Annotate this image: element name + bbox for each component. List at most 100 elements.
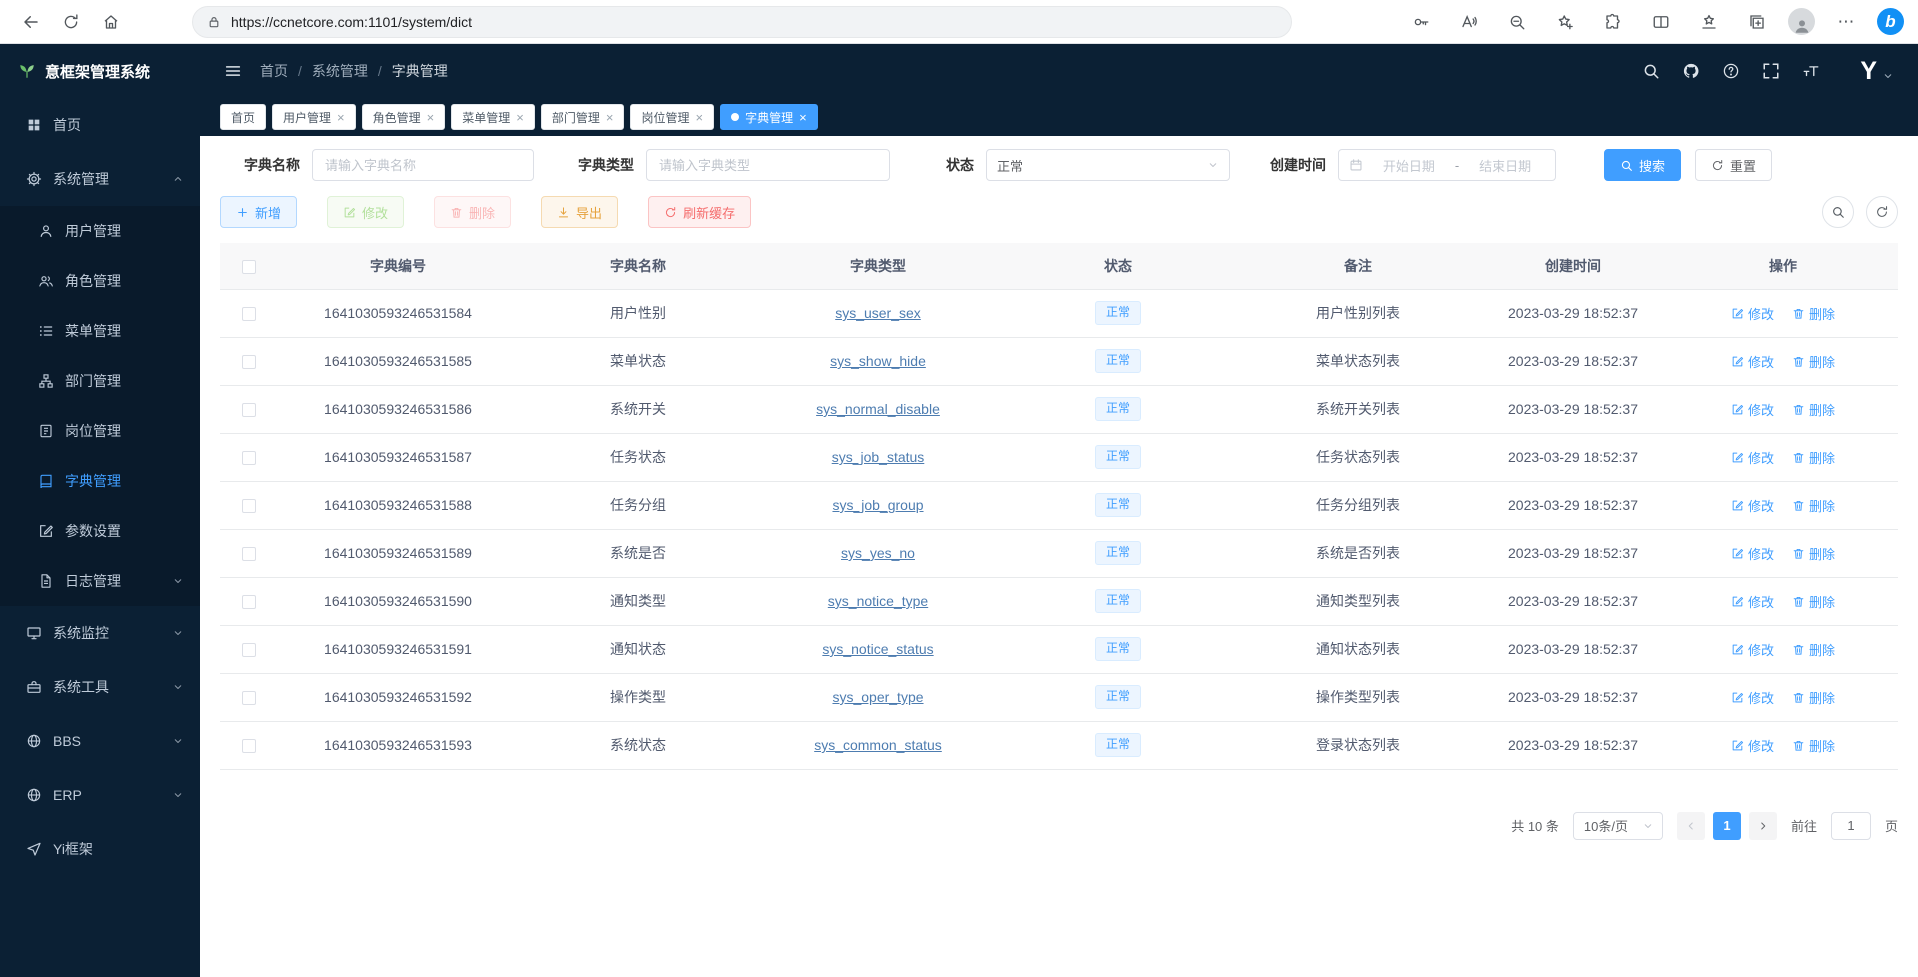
add-favorite-button[interactable] (1548, 5, 1582, 39)
close-icon[interactable]: × (606, 111, 614, 124)
sidebar-toggle-button[interactable] (224, 62, 242, 80)
dict-type-link[interactable]: sys_job_group (832, 497, 923, 513)
dict-type-link[interactable]: sys_oper_type (832, 689, 923, 705)
sidebar-item-dict-mgmt[interactable]: 字典管理 (0, 456, 200, 506)
row-edit-button[interactable]: 修改 (1731, 688, 1774, 707)
row-edit-button[interactable]: 修改 (1731, 448, 1774, 467)
row-delete-button[interactable]: 删除 (1792, 544, 1835, 563)
dict-type-link[interactable]: sys_notice_type (828, 593, 928, 609)
select-all-checkbox[interactable] (242, 260, 256, 274)
tab-user-mgmt[interactable]: 用户管理× (272, 104, 356, 130)
edit-button[interactable]: 修改 (327, 196, 404, 228)
sidebar-item-bbs[interactable]: BBS (0, 714, 200, 768)
dict-type-link[interactable]: sys_job_status (832, 449, 925, 465)
browser-refresh-button[interactable] (54, 5, 88, 39)
row-edit-button[interactable]: 修改 (1731, 640, 1774, 659)
password-button[interactable] (1404, 5, 1438, 39)
fullscreen-button[interactable] (1762, 62, 1780, 80)
add-button[interactable]: 新增 (220, 196, 297, 228)
tab-post-mgmt[interactable]: 岗位管理× (630, 104, 714, 130)
row-delete-button[interactable]: 删除 (1792, 688, 1835, 707)
sidebar-item-yi-framework[interactable]: Yi框架 (0, 822, 200, 876)
row-delete-button[interactable]: 删除 (1792, 640, 1835, 659)
close-icon[interactable]: × (516, 111, 524, 124)
refresh-cache-button[interactable]: 刷新缓存 (648, 196, 751, 228)
reset-button[interactable]: 重置 (1695, 149, 1772, 181)
row-edit-button[interactable]: 修改 (1731, 400, 1774, 419)
split-screen-button[interactable] (1644, 5, 1678, 39)
row-edit-button[interactable]: 修改 (1731, 736, 1774, 755)
status-select[interactable]: 正常 (986, 149, 1230, 181)
breadcrumb-item-system[interactable]: 系统管理 (312, 61, 368, 81)
tab-role-mgmt[interactable]: 角色管理× (362, 104, 446, 130)
font-size-button[interactable] (1802, 62, 1820, 80)
row-edit-button[interactable]: 修改 (1731, 592, 1774, 611)
favorites-bar-button[interactable] (1692, 5, 1726, 39)
row-edit-button[interactable]: 修改 (1731, 544, 1774, 563)
search-button[interactable] (1642, 62, 1660, 80)
dict-type-input[interactable] (646, 149, 890, 181)
row-edit-button[interactable]: 修改 (1731, 496, 1774, 515)
row-delete-button[interactable]: 删除 (1792, 352, 1835, 371)
read-aloud-button[interactable] (1452, 5, 1486, 39)
question-button[interactable] (1722, 62, 1740, 80)
sidebar-item-menu-mgmt[interactable]: 菜单管理 (0, 306, 200, 356)
row-checkbox[interactable] (242, 595, 256, 609)
export-button[interactable]: 导出 (541, 196, 618, 228)
dict-type-link[interactable]: sys_common_status (814, 737, 942, 753)
table-refresh-button[interactable] (1866, 196, 1898, 228)
page-number-button[interactable]: 1 (1713, 812, 1741, 840)
tab-home[interactable]: 首页 (220, 104, 266, 130)
row-delete-button[interactable]: 删除 (1792, 400, 1835, 419)
browser-back-button[interactable] (14, 5, 48, 39)
row-delete-button[interactable]: 删除 (1792, 304, 1835, 323)
user-menu[interactable]: Y (1860, 57, 1894, 86)
row-checkbox[interactable] (242, 739, 256, 753)
sidebar-item-home[interactable]: 首页 (0, 98, 200, 152)
tab-dict-mgmt[interactable]: 字典管理× (720, 104, 818, 130)
row-delete-button[interactable]: 删除 (1792, 448, 1835, 467)
sidebar-item-log-mgmt[interactable]: 日志管理 (0, 556, 200, 606)
dict-type-link[interactable]: sys_yes_no (841, 545, 915, 561)
sidebar-item-monitor[interactable]: 系统监控 (0, 606, 200, 660)
row-checkbox[interactable] (242, 499, 256, 513)
sidebar-item-role-mgmt[interactable]: 角色管理 (0, 256, 200, 306)
row-checkbox[interactable] (242, 691, 256, 705)
prev-page-button[interactable] (1677, 812, 1705, 840)
address-bar[interactable]: https://ccnetcore.com:1101/system/dict (192, 6, 1292, 38)
search-button[interactable]: 搜索 (1604, 149, 1681, 181)
breadcrumb-item-home[interactable]: 首页 (260, 61, 288, 81)
row-edit-button[interactable]: 修改 (1731, 304, 1774, 323)
next-page-button[interactable] (1749, 812, 1777, 840)
zoom-out-button[interactable] (1500, 5, 1534, 39)
browser-home-button[interactable] (94, 5, 128, 39)
page-size-select[interactable]: 10条/页 (1573, 812, 1663, 840)
row-checkbox[interactable] (242, 355, 256, 369)
extensions-button[interactable] (1596, 5, 1630, 39)
row-checkbox[interactable] (242, 451, 256, 465)
dict-type-link[interactable]: sys_normal_disable (816, 401, 940, 417)
sidebar-item-tools[interactable]: 系统工具 (0, 660, 200, 714)
row-delete-button[interactable]: 删除 (1792, 592, 1835, 611)
dict-type-link[interactable]: sys_notice_status (822, 641, 933, 657)
dict-name-input[interactable] (312, 149, 534, 181)
collections-button[interactable] (1740, 5, 1774, 39)
profile-avatar[interactable] (1788, 8, 1815, 35)
dict-type-link[interactable]: sys_show_hide (830, 353, 926, 369)
row-checkbox[interactable] (242, 403, 256, 417)
close-icon[interactable]: × (799, 111, 807, 124)
table-search-button[interactable] (1822, 196, 1854, 228)
settings-menu-button[interactable]: ⋯ (1829, 5, 1863, 39)
sidebar-item-param-settings[interactable]: 参数设置 (0, 506, 200, 556)
delete-button[interactable]: 删除 (434, 196, 511, 228)
close-icon[interactable]: × (427, 111, 435, 124)
bing-copilot-button[interactable]: b (1877, 8, 1904, 35)
goto-page-input[interactable] (1831, 812, 1871, 840)
app-logo[interactable]: 意框架管理系统 (0, 44, 200, 98)
row-checkbox[interactable] (242, 547, 256, 561)
row-delete-button[interactable]: 删除 (1792, 496, 1835, 515)
row-checkbox[interactable] (242, 643, 256, 657)
github-button[interactable] (1682, 62, 1700, 80)
close-icon[interactable]: × (695, 111, 703, 124)
close-icon[interactable]: × (337, 111, 345, 124)
